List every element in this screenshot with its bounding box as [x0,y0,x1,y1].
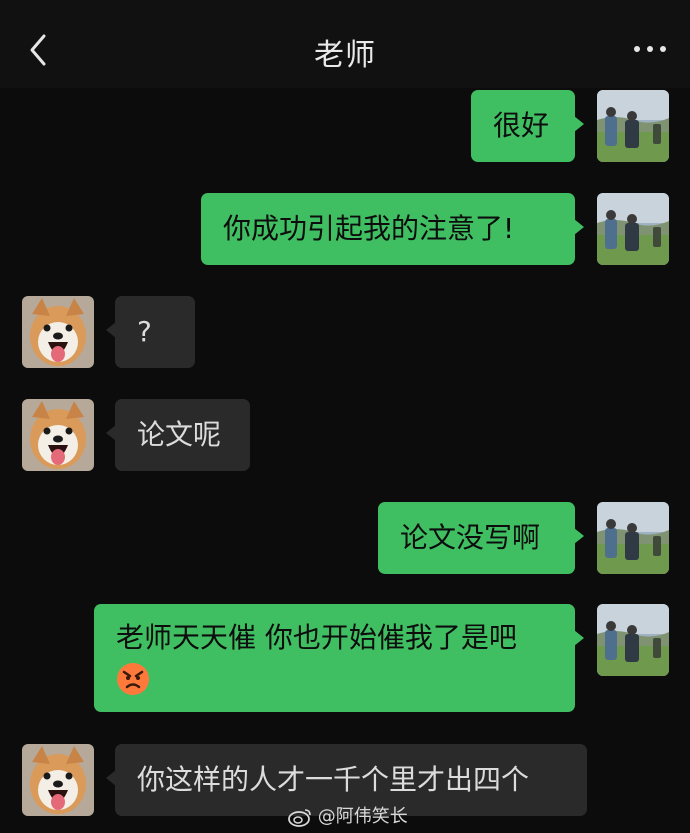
more-dots-icon [634,46,640,52]
message-text: ? [137,315,152,348]
message-bubble-outgoing[interactable]: 你成功引起我的注意了! [201,193,584,265]
message-text: 论文没写啊 [400,521,541,554]
message-row: ? [0,296,690,370]
more-options-button[interactable] [630,36,670,62]
message-text: 你成功引起我的注意了! [223,212,515,245]
message-row: 论文呢 [0,399,690,473]
message-text: 很好 [493,109,550,142]
chat-header: 老师 [0,0,690,88]
message-row: 你成功引起我的注意了! [0,193,690,267]
chat-title: 老师 [314,38,376,73]
message-bubble-incoming[interactable]: 论文呢 [106,399,250,471]
message-text: 论文呢 [137,418,222,451]
weibo-icon [288,809,311,827]
message-bubble-incoming[interactable]: ? [106,296,195,368]
teacher-avatar[interactable] [22,399,94,471]
user-avatar[interactable] [597,193,669,265]
message-bubble-outgoing[interactable]: 很好 [471,90,584,162]
message-row: 论文没写啊 [0,502,690,576]
watermark-text: @阿伟笑长 [317,806,408,827]
message-bubble-outgoing[interactable]: 论文没写啊 [378,502,584,574]
watermark: @阿伟笑长 [288,802,408,828]
message-text: 老师天天催 你也开始催我了是吧 [116,621,517,654]
message-row: 老师天天催 你也开始催我了是吧 [0,604,690,716]
message-row: 很好 [0,90,690,164]
user-avatar[interactable] [597,90,669,162]
user-avatar[interactable] [597,604,669,676]
message-bubble-outgoing[interactable]: 老师天天催 你也开始催我了是吧 [94,604,584,712]
message-text: 你这样的人才一千个里才出四个 [137,763,530,796]
angry-face-icon [117,663,149,695]
teacher-avatar[interactable] [22,744,94,816]
teacher-avatar[interactable] [22,296,94,368]
user-avatar[interactable] [597,502,669,574]
